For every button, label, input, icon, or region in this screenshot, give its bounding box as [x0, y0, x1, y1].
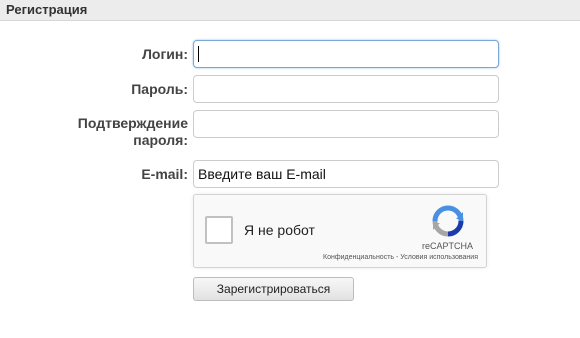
recaptcha-label: Я не робот	[244, 222, 315, 238]
email-input[interactable]	[193, 160, 499, 188]
confirm-password-label: Подтверждение пароля:	[78, 115, 188, 149]
email-label: E-mail:	[141, 166, 188, 182]
recaptcha-brand: reCAPTCHA	[422, 241, 474, 251]
recaptcha-widget: Я не робот reCAPTCHA Конфиденциальность …	[193, 194, 487, 268]
confirm-password-label-line2: пароля:	[133, 132, 188, 148]
recaptcha-checkbox[interactable]	[205, 216, 233, 244]
confirm-password-label-line1: Подтверждение	[77, 115, 188, 131]
recaptcha-privacy-link[interactable]: Конфиденциальность	[323, 254, 394, 261]
registration-page: Регистрация Логин: Пароль: Подтверждение…	[0, 0, 580, 338]
recaptcha-logo-icon	[432, 205, 464, 237]
login-label: Логин:	[142, 46, 188, 62]
password-input[interactable]	[193, 75, 499, 103]
register-button[interactable]: Зарегистрироваться	[193, 277, 354, 301]
login-input[interactable]	[193, 40, 499, 68]
section-header: Регистрация	[0, 0, 580, 21]
text-caret	[198, 46, 199, 62]
recaptcha-links: Конфиденциальность - Условия использован…	[323, 254, 478, 261]
section-title: Регистрация	[6, 2, 88, 17]
password-label: Пароль:	[131, 81, 188, 97]
recaptcha-terms-link[interactable]: Условия использования	[400, 254, 478, 261]
confirm-password-input[interactable]	[193, 110, 499, 138]
